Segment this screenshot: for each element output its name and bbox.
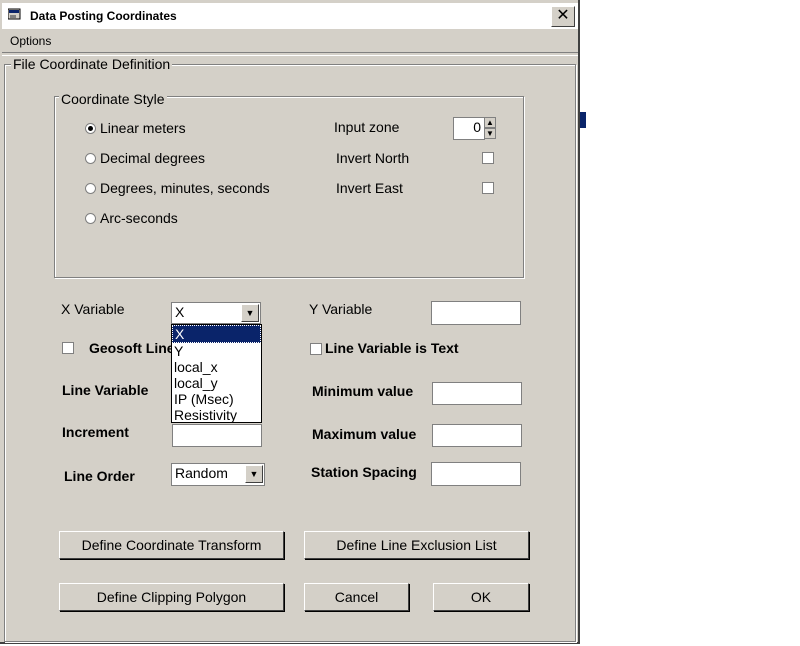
radio-linear-meters-label: Linear meters <box>100 120 186 136</box>
geosoft-line-checkbox[interactable] <box>62 342 74 354</box>
spin-down-button[interactable]: ▼ <box>484 128 496 139</box>
invert-east-checkbox[interactable] <box>482 182 494 194</box>
line-order-label: Line Order <box>64 468 135 484</box>
radio-dms-label: Degrees, minutes, seconds <box>100 180 270 196</box>
input-zone-label: Input zone <box>334 119 400 135</box>
radio-arc-seconds-label: Arc-seconds <box>100 210 178 226</box>
increment-label: Increment <box>62 424 129 440</box>
input-zone-field[interactable]: 0 <box>453 117 485 140</box>
y-variable-field[interactable] <box>431 301 521 325</box>
cancel-button[interactable]: Cancel <box>304 583 409 611</box>
radio-arc-seconds[interactable] <box>85 213 96 224</box>
radio-decimal-degrees[interactable] <box>85 153 96 164</box>
invert-north-label: Invert North <box>336 150 410 166</box>
menu-options[interactable]: Options <box>10 34 51 48</box>
invert-east-label: Invert East <box>336 180 403 196</box>
spin-up-button[interactable]: ▲ <box>484 117 496 128</box>
line-variable-label: Line Variable <box>62 382 149 398</box>
file-coordinate-group-label: File Coordinate Definition <box>11 56 173 72</box>
x-variable-label: X Variable <box>61 301 125 317</box>
chevron-down-icon: ▼ <box>245 308 255 318</box>
radio-linear-meters[interactable] <box>85 123 96 134</box>
line-variable-is-text-label: Line Variable is Text <box>325 340 459 356</box>
arrow-up-icon: ▲ <box>486 118 494 127</box>
dropdown-option[interactable]: IP (Msec) <box>172 391 261 407</box>
station-spacing-field[interactable] <box>431 462 521 486</box>
minimum-value-label: Minimum value <box>312 383 414 399</box>
dropdown-option[interactable]: Resistivity <box>172 407 261 423</box>
arrow-down-icon: ▼ <box>486 129 494 138</box>
station-spacing-label: Station Spacing <box>311 464 417 480</box>
maximum-value-field[interactable] <box>432 424 522 447</box>
ok-button[interactable]: OK <box>433 583 529 611</box>
line-variable-is-text-checkbox[interactable] <box>310 343 322 355</box>
minimum-value-field[interactable] <box>432 382 522 405</box>
dropdown-option[interactable]: Y <box>172 343 261 359</box>
close-icon: ✕ <box>556 7 570 24</box>
radio-decimal-degrees-label: Decimal degrees <box>100 150 206 166</box>
x-variable-value: X <box>175 304 185 320</box>
invert-north-checkbox[interactable] <box>482 152 494 164</box>
radio-dms[interactable] <box>85 183 96 194</box>
define-coordinate-transform-button[interactable]: Define Coordinate Transform <box>59 531 284 559</box>
window-title: Data Posting Coordinates <box>30 9 177 23</box>
close-button[interactable]: ✕ <box>551 6 575 27</box>
geosoft-line-label: Geosoft Line <box>89 340 175 356</box>
app-icon <box>7 7 22 21</box>
line-order-dropdown-button[interactable]: ▼ <box>245 465 263 483</box>
chevron-down-icon: ▼ <box>249 469 259 479</box>
dropdown-option[interactable]: local_x <box>172 359 261 375</box>
x-variable-dropdown-list: X Y local_x local_y IP (Msec) Resistivit… <box>171 324 262 423</box>
menu-bar <box>2 30 578 52</box>
background-window-edge <box>580 112 586 128</box>
increment-field[interactable] <box>172 424 262 447</box>
y-variable-label: Y Variable <box>309 301 373 317</box>
maximum-value-label: Maximum value <box>312 426 417 442</box>
line-order-value: Random <box>175 465 228 481</box>
dropdown-option[interactable]: local_y <box>172 375 261 391</box>
define-clipping-polygon-button[interactable]: Define Clipping Polygon <box>59 583 284 611</box>
x-variable-dropdown-button[interactable]: ▼ <box>241 304 259 322</box>
define-line-exclusion-list-button[interactable]: Define Line Exclusion List <box>304 531 529 559</box>
coordinate-style-label: Coordinate Style <box>59 91 167 107</box>
dropdown-option[interactable]: X <box>172 325 261 343</box>
